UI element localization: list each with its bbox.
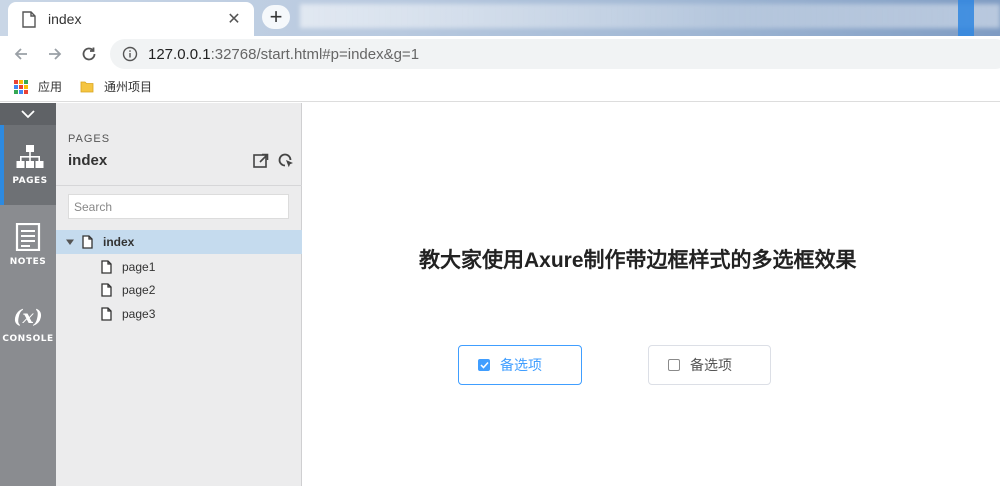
- page-headline: 教大家使用Axure制作带边框样式的多选框效果: [419, 249, 857, 272]
- panel-kicker: PAGES: [68, 133, 111, 145]
- bookmark-folder-tongzhou[interactable]: 通州项目: [80, 78, 152, 95]
- info-icon[interactable]: [122, 46, 138, 62]
- rail-label-console: CONSOLE: [2, 334, 54, 344]
- forward-button[interactable]: [38, 37, 72, 71]
- panel-title: index: [68, 152, 108, 169]
- page-icon: [101, 260, 112, 274]
- panel-divider: [56, 185, 302, 186]
- url-host: 127.0.0.1: [148, 45, 211, 63]
- chevron-down-icon: [21, 110, 35, 119]
- variable-icon: (x): [13, 306, 43, 328]
- caret-down-icon[interactable]: [66, 238, 74, 246]
- collapse-button[interactable]: [0, 103, 56, 125]
- url-path: :32768/start.html#p=index&g=1: [210, 45, 420, 63]
- reload-button[interactable]: [72, 37, 106, 71]
- arrow-right-icon: [49, 48, 62, 60]
- page-icon: [101, 283, 112, 297]
- checkbox-option-unchecked[interactable]: 备选项: [648, 345, 771, 385]
- tree-item-label: page2: [122, 283, 156, 297]
- rail-label-notes: NOTES: [9, 257, 47, 267]
- tree-item-label: page3: [122, 307, 156, 321]
- tree-item-label: index: [103, 235, 135, 249]
- rail-item-notes[interactable]: NOTES: [0, 205, 56, 285]
- checkbox-label: 备选项: [500, 357, 542, 373]
- tree-item-page3[interactable]: page3: [56, 302, 302, 326]
- checkbox-checked-icon[interactable]: [478, 359, 490, 371]
- tree-item-index[interactable]: index: [56, 230, 302, 254]
- tab-title: index: [48, 11, 82, 27]
- page-icon: [101, 307, 112, 321]
- bookmark-label: 应用: [38, 80, 63, 94]
- checkbox-option-checked[interactable]: 备选项: [458, 345, 582, 385]
- bookmarks-bar: 应用 通州项目: [0, 72, 1000, 102]
- sitemap-icon: [16, 145, 44, 168]
- search-input[interactable]: [68, 194, 289, 219]
- browser-tab-active[interactable]: index ✕: [8, 2, 254, 36]
- sidebar-rail: PAGES NOTES (x) CONSOLE: [0, 103, 56, 486]
- tree-item-label: page1: [122, 260, 156, 274]
- pages-panel: PAGES index index page1 page2: [56, 103, 302, 486]
- browser-tab-strip: index ✕ +: [0, 0, 1000, 36]
- rail-item-console[interactable]: (x) CONSOLE: [0, 285, 56, 365]
- locate-page-icon[interactable]: [277, 152, 295, 170]
- checkmark-icon: [479, 361, 489, 369]
- tab-strip-accent: [958, 0, 974, 36]
- tree-item-page2[interactable]: page2: [56, 278, 302, 302]
- notes-icon: [15, 223, 41, 251]
- external-link-icon[interactable]: [252, 152, 270, 170]
- browser-toolbar: 127.0.0.1:32768/start.html#p=index&g=1: [0, 36, 1000, 72]
- prototype-canvas: 教大家使用Axure制作带边框样式的多选框效果 备选项 备选项: [303, 103, 1000, 486]
- checkbox-label: 备选项: [690, 357, 732, 373]
- rail-label-pages: PAGES: [12, 176, 48, 186]
- folder-icon: [80, 81, 94, 93]
- tree-item-page1[interactable]: page1: [56, 255, 302, 279]
- new-tab-button[interactable]: +: [262, 5, 290, 29]
- page-icon: [82, 235, 93, 249]
- apps-grid-icon: [14, 79, 28, 94]
- rail-item-pages[interactable]: PAGES: [0, 125, 56, 205]
- arrow-left-icon: [14, 48, 27, 60]
- bookmark-apps[interactable]: 应用: [14, 78, 62, 95]
- reload-icon: [82, 47, 96, 61]
- back-button[interactable]: [4, 37, 38, 71]
- address-bar[interactable]: 127.0.0.1:32768/start.html#p=index&g=1: [110, 39, 1000, 69]
- close-tab-icon[interactable]: ✕: [224, 9, 244, 29]
- page-icon: [22, 10, 36, 28]
- checkbox-unchecked-icon[interactable]: [668, 359, 680, 371]
- bookmark-label: 通州项目: [104, 80, 153, 94]
- blurred-tab-strip: [300, 4, 1000, 28]
